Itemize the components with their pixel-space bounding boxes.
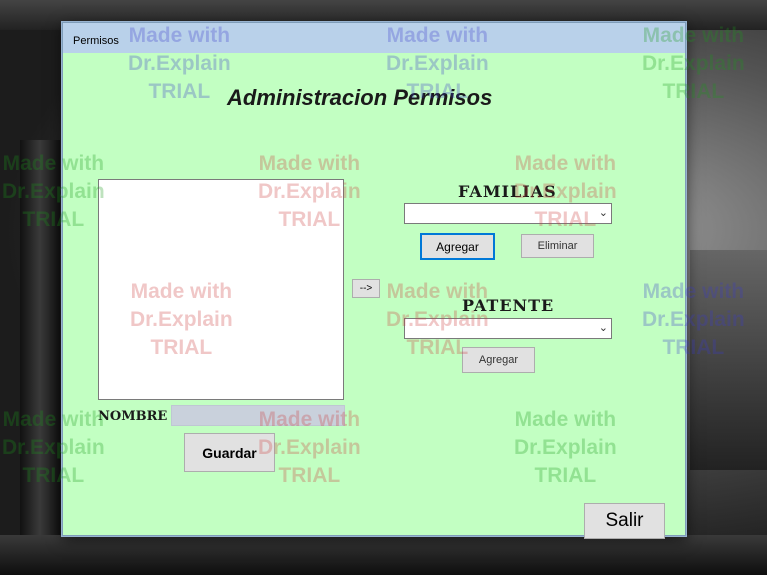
- background-post: [20, 140, 60, 575]
- patente-combobox[interactable]: ⌄: [404, 318, 612, 339]
- background-floor: [0, 535, 767, 575]
- permisos-window: Permisos Administracion Permisos --> FAM…: [62, 22, 686, 539]
- save-button[interactable]: Guardar: [184, 433, 275, 472]
- chevron-down-icon[interactable]: ⌄: [599, 206, 608, 219]
- window-title: Permisos: [73, 35, 119, 47]
- move-button[interactable]: -->: [352, 279, 380, 298]
- add-patente-button[interactable]: Agregar: [462, 347, 535, 373]
- familias-combobox[interactable]: ⌄: [404, 203, 612, 224]
- title-bar[interactable]: Permisos: [63, 23, 685, 53]
- familias-label: FAMILIAS: [458, 182, 557, 201]
- patente-label: PATENTE: [462, 296, 555, 315]
- background-bench: [690, 250, 767, 470]
- add-familia-button[interactable]: Agregar: [420, 233, 495, 260]
- form-client-area: Administracion Permisos --> FAMILIAS ⌄ A…: [70, 53, 678, 539]
- permissions-listbox[interactable]: [98, 179, 344, 400]
- exit-button[interactable]: Salir: [584, 503, 665, 539]
- nombre-label: NOMBRE: [98, 409, 168, 424]
- nombre-input[interactable]: [171, 405, 345, 426]
- remove-familia-button[interactable]: Eliminar: [521, 234, 594, 258]
- chevron-down-icon[interactable]: ⌄: [599, 321, 608, 334]
- page-title: Administracion Permisos: [227, 85, 493, 110]
